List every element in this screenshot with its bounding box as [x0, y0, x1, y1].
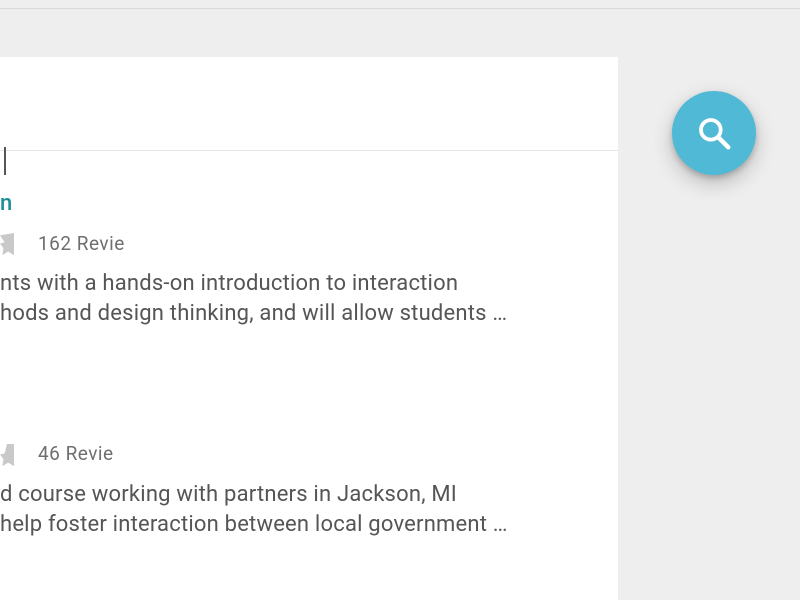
- search-row[interactable]: [0, 57, 618, 151]
- result-meta: 162 Revie: [0, 231, 618, 255]
- result-description: nts with a hands-on introduction to inte…: [0, 269, 618, 330]
- result-description: d course working with partners in Jackso…: [0, 480, 618, 541]
- result-item[interactable]: n 162 Revie nts with a hands-on introduc…: [0, 191, 618, 330]
- text-cursor: [4, 147, 6, 175]
- star-icon: [0, 444, 14, 464]
- desc-line: nts with a hands-on introduction to inte…: [0, 269, 618, 299]
- desc-line: hods and design thinking, and will allow…: [0, 299, 618, 329]
- review-count: 162 Revie: [38, 232, 125, 255]
- results-panel: n 162 Revie nts with a hands-on introduc…: [0, 57, 618, 600]
- top-border: [0, 0, 800, 9]
- desc-line: help foster interaction between local go…: [0, 510, 618, 540]
- result-meta: 46 Revie: [0, 442, 618, 466]
- result-item[interactable]: 46 Revie d course working with partners …: [0, 442, 618, 541]
- star-icon: [0, 233, 14, 253]
- search-fab[interactable]: [672, 91, 756, 175]
- search-icon: [695, 114, 733, 152]
- result-title: n: [0, 191, 618, 219]
- review-count: 46 Revie: [38, 442, 114, 465]
- desc-line: d course working with partners in Jackso…: [0, 480, 618, 510]
